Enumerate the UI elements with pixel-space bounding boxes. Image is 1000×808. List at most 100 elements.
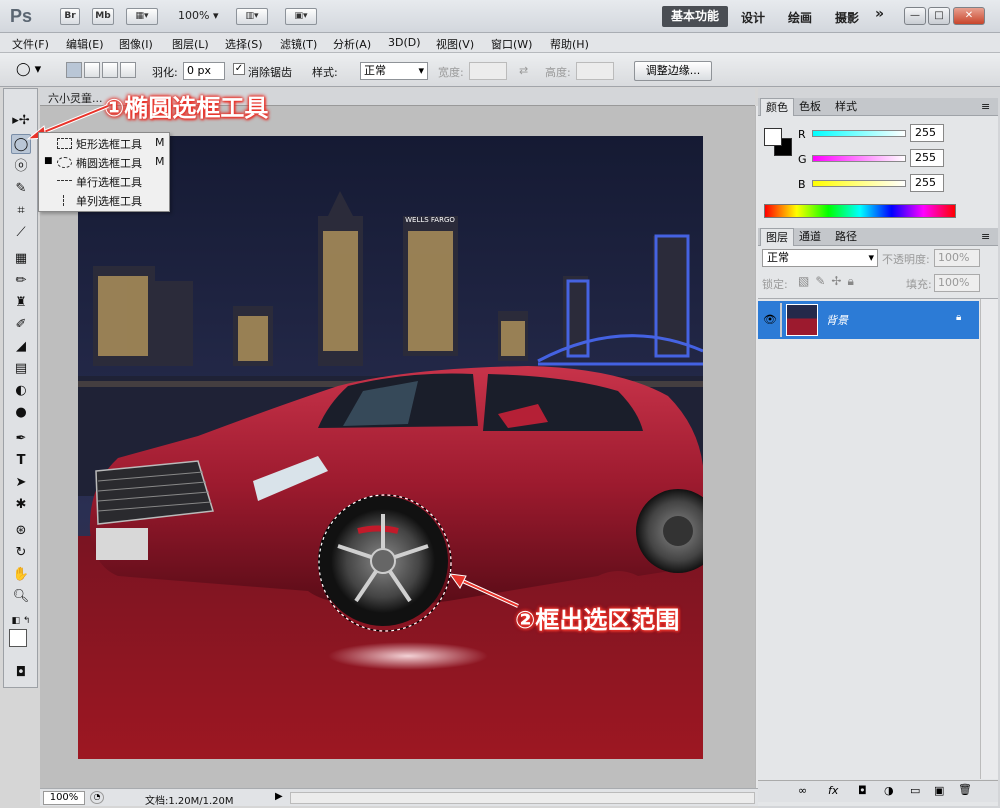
color-spectrum-bar[interactable]: [764, 204, 956, 218]
flyout-item-shortcut: M: [155, 155, 165, 168]
pen-tool-icon[interactable]: ✒: [11, 429, 31, 449]
tab-swatches[interactable]: 色板: [794, 98, 826, 116]
mask-icon[interactable]: ◘: [858, 784, 867, 797]
zoom-tool-icon[interactable]: 🔍︎: [11, 587, 31, 607]
spot-healing-tool-icon[interactable]: ▦: [11, 249, 31, 269]
flyout-item-shortcut: M: [155, 136, 165, 149]
hand-tool-icon[interactable]: ✋: [11, 565, 31, 585]
screen-mode-button[interactable]: ▣▾: [285, 8, 317, 25]
dodge-tool-icon[interactable]: ●: [11, 403, 31, 423]
new-layer-icon[interactable]: ▣: [934, 784, 944, 797]
minimize-button[interactable]: —: [904, 7, 926, 25]
red-value-input[interactable]: 255: [910, 124, 944, 142]
subtract-from-selection-icon[interactable]: [102, 62, 118, 78]
crop-tool-icon[interactable]: ⌗: [11, 201, 31, 221]
new-selection-icon[interactable]: [66, 62, 82, 78]
gradient-tool-icon[interactable]: ▤: [11, 359, 31, 379]
flyout-item-label: 单列选框工具: [76, 195, 142, 208]
arrange-documents-button[interactable]: ▥▾: [236, 8, 268, 25]
blend-mode-select[interactable]: 正常 ▾: [762, 249, 878, 267]
document-canvas[interactable]: WELLS FARGO: [78, 136, 703, 759]
menu-file[interactable]: 文件(F): [12, 36, 49, 52]
eyedropper-tool-icon[interactable]: ⟋: [11, 223, 31, 243]
blue-slider[interactable]: [812, 180, 906, 187]
type-tool-icon[interactable]: T: [11, 451, 31, 471]
workspace-photography[interactable]: 摄影: [835, 9, 859, 26]
maximize-button[interactable]: □: [928, 7, 950, 25]
layer-row-background[interactable]: 👁︎ 背景 🔒︎: [758, 301, 979, 339]
status-menu-arrow-icon[interactable]: ▶: [275, 791, 283, 802]
flyout-item-single-row-marquee[interactable]: 单行选框工具: [39, 172, 169, 191]
bridge-button[interactable]: Br: [60, 8, 80, 25]
trash-icon[interactable]: 🗑: [958, 783, 972, 796]
tool-preset-picker[interactable]: ◯ ▾: [16, 62, 52, 80]
quick-mask-icon[interactable]: ◘: [11, 663, 31, 683]
menu-view[interactable]: 视图(V): [436, 36, 474, 52]
menu-3d[interactable]: 3D(D): [388, 36, 421, 49]
status-info-icon[interactable]: ◔: [90, 791, 104, 804]
tab-color[interactable]: 颜色: [760, 98, 794, 116]
menu-help[interactable]: 帮助(H): [550, 36, 589, 52]
foreground-color-swatch[interactable]: [9, 629, 27, 647]
clone-stamp-tool-icon[interactable]: ♜: [11, 293, 31, 313]
horizontal-scrollbar[interactable]: [290, 792, 755, 804]
close-button[interactable]: ✕: [953, 7, 985, 25]
height-label: 高度:: [545, 66, 571, 79]
menu-analysis[interactable]: 分析(A): [333, 36, 371, 52]
red-slider[interactable]: [812, 130, 906, 137]
tab-paths[interactable]: 路径: [830, 228, 862, 246]
title-bar: Ps Br Mb ▦▾ 100% ▾ ▥▾ ▣▾ 基本功能 设计 绘画 摄影 »…: [0, 0, 1000, 33]
green-value-input[interactable]: 255: [910, 149, 944, 167]
view-extras-button[interactable]: ▦▾: [126, 8, 158, 25]
more-workspaces-icon[interactable]: »: [875, 6, 884, 22]
flyout-item-elliptical-marquee[interactable]: ■ 椭圆选框工具 M: [39, 153, 169, 172]
menu-layer[interactable]: 图层(L): [172, 36, 209, 52]
tab-styles[interactable]: 样式: [830, 98, 862, 116]
flyout-item-single-column-marquee[interactable]: 单列选框工具: [39, 191, 169, 210]
workspace-design[interactable]: 设计: [741, 9, 765, 26]
layers-panel-menu-icon[interactable]: ≡: [976, 228, 995, 246]
quick-selection-tool-icon[interactable]: ✎: [11, 179, 31, 199]
3d-rotate-tool-icon[interactable]: ⊛: [11, 521, 31, 541]
feather-input[interactable]: 0 px: [183, 62, 225, 80]
layer-name[interactable]: 背景: [826, 312, 848, 328]
minibridge-button[interactable]: Mb: [92, 8, 114, 25]
fx-icon[interactable]: fx: [828, 784, 838, 797]
menu-select[interactable]: 选择(S): [225, 36, 263, 52]
intersect-selection-icon[interactable]: [120, 62, 136, 78]
blur-tool-icon[interactable]: ◐: [11, 381, 31, 401]
menu-window[interactable]: 窗口(W): [491, 36, 532, 52]
add-to-selection-icon[interactable]: [84, 62, 100, 78]
annotation-step-1: ①椭圆选框工具: [104, 94, 269, 122]
green-slider[interactable]: [812, 155, 906, 162]
brush-tool-icon[interactable]: ✏: [11, 271, 31, 291]
style-select[interactable]: 正常 ▾: [360, 62, 428, 80]
adjustment-icon[interactable]: ◑: [884, 784, 894, 797]
eraser-tool-icon[interactable]: ◢: [11, 337, 31, 357]
3d-orbit-tool-icon[interactable]: ↻: [11, 543, 31, 563]
tab-channels[interactable]: 通道: [794, 228, 826, 246]
workspace-essentials[interactable]: 基本功能: [662, 6, 728, 27]
panel-menu-icon[interactable]: ≡: [976, 98, 995, 116]
antialias-checkbox[interactable]: ✓: [233, 63, 245, 75]
menu-edit[interactable]: 编辑(E): [66, 36, 104, 52]
menu-image[interactable]: 图像(I): [119, 36, 153, 52]
group-icon[interactable]: ▭: [910, 784, 920, 797]
lasso-tool-icon[interactable]: ⓞ: [11, 157, 31, 177]
default-colors-icon[interactable]: ◧ ↰: [11, 611, 31, 631]
visibility-eye-icon[interactable]: 👁︎: [763, 313, 777, 326]
history-brush-tool-icon[interactable]: ✐: [11, 315, 31, 335]
refine-edge-button[interactable]: 调整边缘...: [634, 61, 712, 81]
link-icon[interactable]: ∞: [798, 784, 807, 797]
layers-scrollbar[interactable]: [980, 299, 998, 779]
status-zoom-field[interactable]: 100%: [43, 791, 85, 805]
menu-filter[interactable]: 滤镜(T): [280, 36, 317, 52]
flyout-item-rect-marquee[interactable]: 矩形选框工具 M: [39, 134, 169, 153]
color-panel-foreground-swatch[interactable]: [764, 128, 782, 146]
blue-value-input[interactable]: 255: [910, 174, 944, 192]
zoom-level-dropdown[interactable]: 100% ▾: [178, 9, 218, 22]
path-selection-tool-icon[interactable]: ➤: [11, 473, 31, 493]
tab-layers[interactable]: 图层: [760, 228, 794, 246]
custom-shape-tool-icon[interactable]: ✱: [11, 495, 31, 515]
workspace-painting[interactable]: 绘画: [788, 9, 812, 26]
